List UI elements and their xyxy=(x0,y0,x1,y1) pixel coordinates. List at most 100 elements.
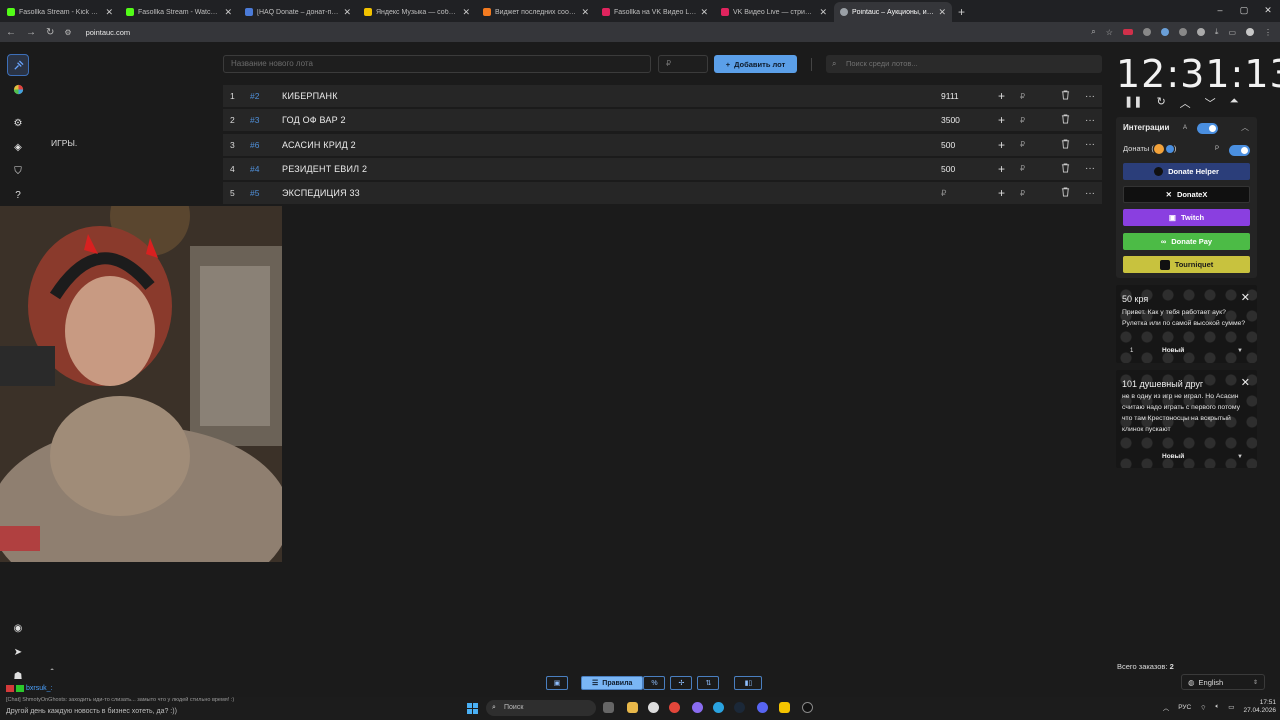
reload-icon[interactable]: ↻ xyxy=(46,27,54,38)
chevron-down-icon[interactable]: ﹀ xyxy=(1205,95,1216,111)
app-icon[interactable] xyxy=(692,702,703,713)
account-icon[interactable]: ◓ xyxy=(50,667,54,674)
telegram-icon[interactable] xyxy=(713,702,724,713)
lot-name[interactable]: РЕЗИДЕНТ ЕВИЛ 2 xyxy=(282,164,367,174)
avatar[interactable] xyxy=(1246,28,1254,36)
trash-icon[interactable] xyxy=(1061,187,1070,199)
currency-icon[interactable]: ₽ xyxy=(1020,189,1025,198)
currency-icon[interactable]: ₽ xyxy=(1020,116,1025,125)
lot-name[interactable]: КИБЕРПАНК xyxy=(282,91,338,101)
app-icon[interactable] xyxy=(779,702,790,713)
browser-tab[interactable]: VK Видео Live — стримы, прям✕ xyxy=(715,2,833,22)
lot-amount[interactable]: 9111 xyxy=(941,91,959,101)
language-select[interactable]: ◍ English ⇕ xyxy=(1181,674,1265,690)
app-icon[interactable] xyxy=(757,702,768,713)
add-amount-icon[interactable]: + xyxy=(998,89,1005,103)
lot-amount[interactable]: 500 xyxy=(941,164,955,174)
minimize-button[interactable]: – xyxy=(1208,0,1232,20)
integrations-toggle[interactable] xyxy=(1197,123,1218,134)
explorer-icon[interactable] xyxy=(627,702,638,713)
url-field[interactable]: pointauc.com xyxy=(86,28,131,37)
currency-icon[interactable]: ₽ xyxy=(1020,164,1025,173)
delete-all-icon[interactable]: ▮▯ xyxy=(734,676,763,690)
chevron-up-icon[interactable]: ︿ xyxy=(1180,95,1191,111)
donations-toggle[interactable] xyxy=(1229,145,1250,156)
add-amount-icon[interactable]: + xyxy=(998,162,1005,176)
auction-nav-icon[interactable] xyxy=(7,54,29,76)
close-tab-icon[interactable]: ✕ xyxy=(105,7,113,18)
extension-icon[interactable] xyxy=(1142,28,1151,36)
trash-icon[interactable] xyxy=(1061,139,1070,151)
steam-icon[interactable] xyxy=(734,702,745,713)
pause-icon[interactable]: ❚❚ xyxy=(1124,95,1142,111)
lot-name[interactable]: ЭКСПЕДИЦИЯ 33 xyxy=(282,188,360,198)
zoom-icon[interactable]: ⌕ xyxy=(1091,27,1095,37)
lot-name[interactable]: АСАСИН КРИД 2 xyxy=(282,140,356,150)
layers-icon[interactable]: ◈ xyxy=(7,136,29,158)
close-tab-icon[interactable]: ✕ xyxy=(343,7,351,18)
wheel-nav-icon[interactable] xyxy=(7,78,29,100)
rules-button[interactable]: ☰ Правила xyxy=(581,676,644,690)
sort-icon[interactable]: ⇅ xyxy=(697,676,720,690)
volume-icon[interactable]: 🔈︎ xyxy=(1215,703,1219,711)
browser-tab[interactable]: [НАQ Donate – донат-платформа✕ xyxy=(239,2,357,22)
lot-name[interactable]: ГОД ОФ ВАР 2 xyxy=(282,115,346,125)
github-icon[interactable]: ◉ xyxy=(7,617,29,639)
currency-icon[interactable]: ₽ xyxy=(1020,140,1025,149)
chevron-up-icon[interactable]: ︿ xyxy=(1241,122,1249,133)
add-amount-icon[interactable]: + xyxy=(998,186,1005,200)
double-chevron-up-icon[interactable]: ⏶ xyxy=(1230,95,1239,111)
browser-tab[interactable]: Fasollka Stream - Kick Dashboard ✕ xyxy=(1,2,119,22)
donatex-button[interactable]: ✕ DonateX xyxy=(1123,186,1250,203)
browser-tab-active[interactable]: Pointauc – Аукционы, интеракт ✕ xyxy=(834,2,952,22)
new-lot-input[interactable]: Название нового лота xyxy=(223,55,651,73)
app-icon[interactable] xyxy=(648,702,659,713)
lot-amount[interactable]: 3500 xyxy=(941,115,960,125)
clock[interactable]: 17:51 27.04.2026 xyxy=(1243,699,1276,715)
telegram-icon[interactable]: ➤ xyxy=(7,641,29,663)
donation-status-select[interactable]: Новый xyxy=(1162,453,1184,460)
add-amount-icon[interactable]: + xyxy=(998,138,1005,152)
close-icon[interactable]: ✕ xyxy=(1241,376,1250,389)
back-icon[interactable]: ← xyxy=(6,27,16,38)
lot-row[interactable]: 5 #5 ЭКСПЕДИЦИЯ 33 ₽ + ₽ ··· xyxy=(223,182,1102,205)
close-tab-icon[interactable]: ✕ xyxy=(581,7,589,18)
percent-button[interactable]: % xyxy=(643,676,666,690)
site-info-icon[interactable]: ⚙ xyxy=(64,28,71,37)
trash-icon[interactable] xyxy=(1061,90,1070,102)
settings-icon[interactable]: ⚙ xyxy=(7,112,29,134)
help-icon[interactable]: ? xyxy=(7,184,29,206)
more-icon[interactable]: ··· xyxy=(1085,188,1095,199)
reset-icon[interactable]: ↻ xyxy=(1156,95,1165,111)
new-tab-button[interactable]: + xyxy=(952,5,971,22)
lot-row[interactable]: 4 #4 РЕЗИДЕНТ ЕВИЛ 2 500 + ₽ ··· xyxy=(223,157,1102,180)
taskbar-search[interactable]: ⌕ Поиск xyxy=(486,700,596,716)
browser-tab[interactable]: Яндекс Музыка — собираем ✕ xyxy=(358,2,476,22)
more-icon[interactable]: ··· xyxy=(1085,139,1095,150)
chrome-icon[interactable] xyxy=(669,702,680,713)
extension-icon[interactable] xyxy=(1160,28,1169,36)
lot-amount[interactable]: 500 xyxy=(941,140,955,150)
profile-icon[interactable]: ▭ xyxy=(1228,28,1236,37)
browser-tab[interactable]: Fasollka Stream - Watch Live on Kick✕ xyxy=(120,2,238,22)
lot-row[interactable]: 3 #6 АСАСИН КРИД 2 500 + ₽ ··· xyxy=(223,133,1102,156)
close-tab-icon[interactable]: ✕ xyxy=(462,7,470,18)
pin-icon[interactable]: ✢ xyxy=(670,676,693,690)
donation-status-select[interactable]: Новый xyxy=(1162,347,1184,354)
tray-lang[interactable]: РУС xyxy=(1178,704,1191,711)
more-icon[interactable]: ··· xyxy=(1085,115,1095,126)
search-lots-input[interactable]: ⌕ Поиск среди лотов... xyxy=(826,55,1102,73)
close-tab-icon[interactable]: ✕ xyxy=(700,7,708,18)
close-icon[interactable]: ✕ xyxy=(1241,291,1250,304)
lot-row[interactable]: 1 #2 КИБЕРПАНК 9111 + ₽ ··· xyxy=(223,85,1102,107)
battery-icon[interactable]: ▭ xyxy=(1228,703,1234,711)
browser-tab[interactable]: Виджет последних сообщений ✕ xyxy=(477,2,595,22)
chevron-up-icon[interactable]: ︿ xyxy=(1163,702,1170,712)
donate-pay-button[interactable]: ∞ Donate Pay xyxy=(1123,233,1250,250)
add-amount-icon[interactable]: + xyxy=(998,113,1005,127)
extension-icon[interactable] xyxy=(1178,28,1187,36)
app-icon[interactable] xyxy=(802,702,813,713)
windows-start-icon[interactable] xyxy=(467,703,478,714)
close-window-button[interactable]: ✕ xyxy=(1256,0,1280,20)
trash-icon[interactable] xyxy=(1061,163,1070,175)
